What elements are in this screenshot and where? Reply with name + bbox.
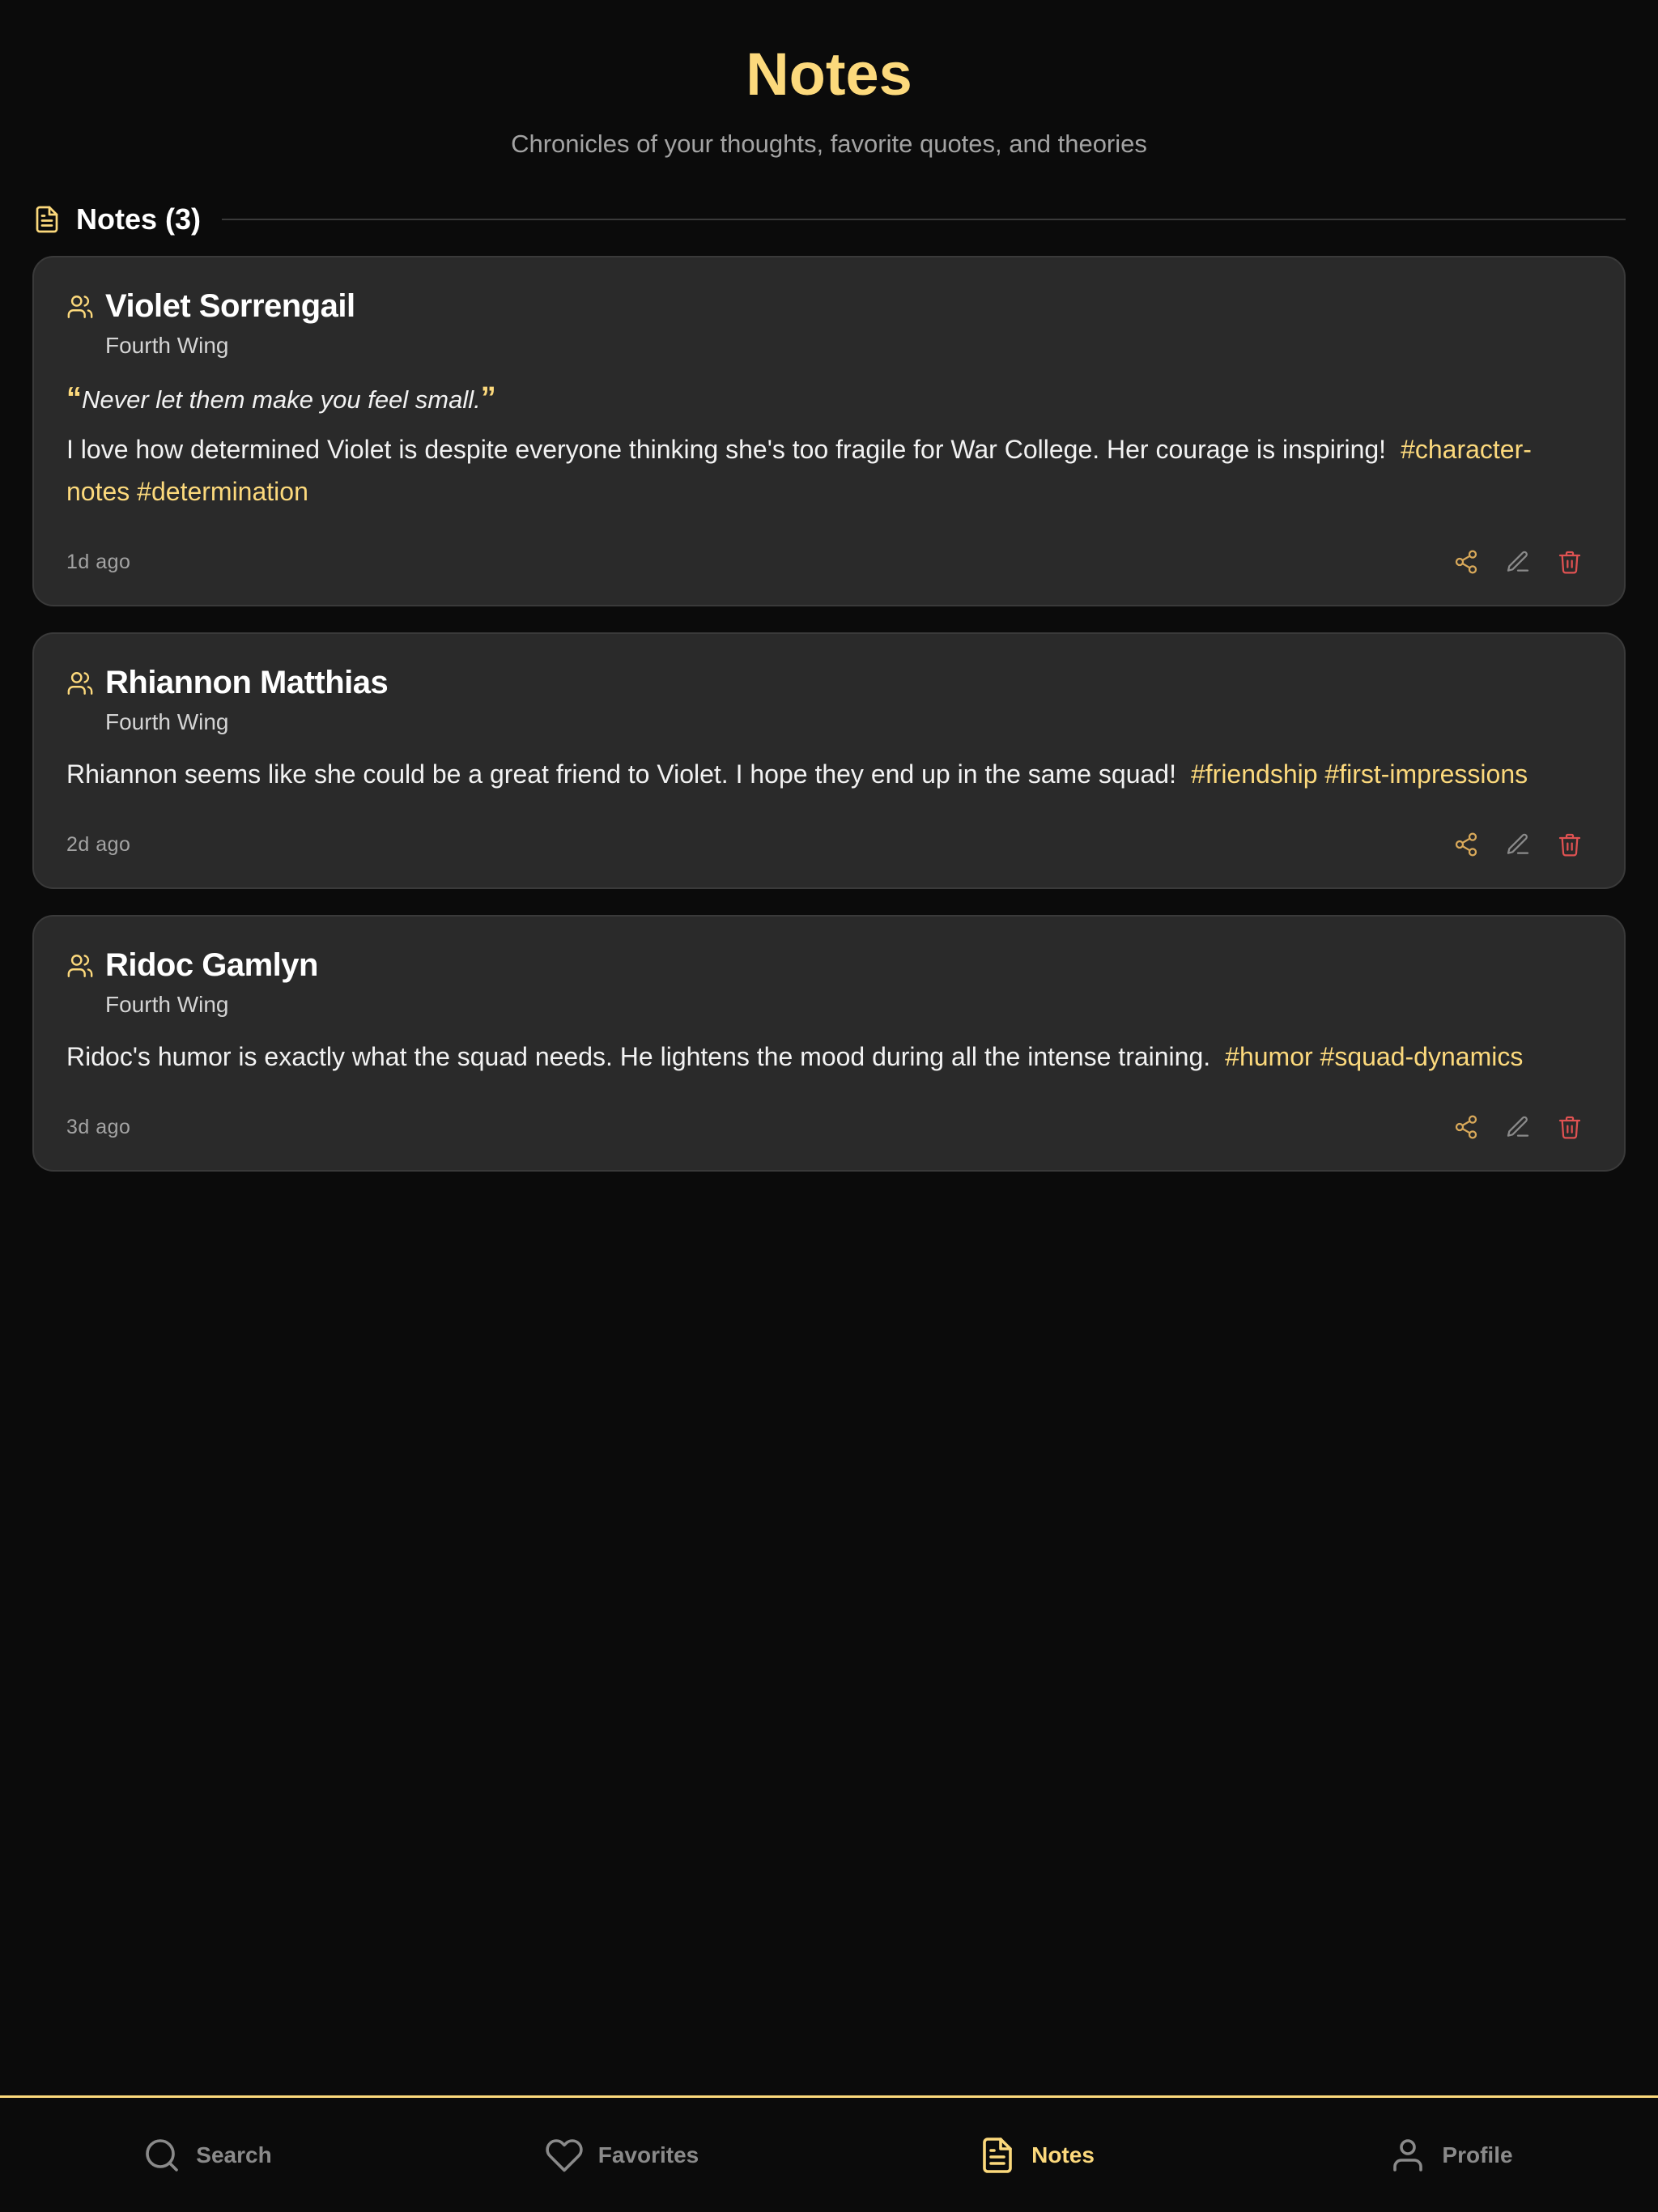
note-book-title: Fourth Wing xyxy=(105,333,229,358)
delete-button[interactable] xyxy=(1556,548,1584,576)
nav-label: Favorites xyxy=(597,2142,699,2167)
pencil-icon xyxy=(1507,833,1529,854)
note-card[interactable]: Violet Sorrengail Fourth Wing “Never let… xyxy=(32,256,1626,606)
pencil-icon xyxy=(1507,1116,1529,1137)
note-quote-text: Never let them make you feel small. xyxy=(82,385,481,414)
section-title: Notes (3) xyxy=(76,202,202,236)
quote-close-mark: ” xyxy=(480,381,496,415)
notes-page: Notes Chronicles of your thoughts, favor… xyxy=(0,0,1658,2212)
note-timestamp: 2d ago xyxy=(66,832,131,856)
note-card[interactable]: Rhiannon Matthias Fourth Wing Rhiannon s… xyxy=(32,632,1626,889)
note-card[interactable]: Ridoc Gamlyn Fourth Wing Ridoc's humor i… xyxy=(32,915,1626,1172)
nav-label: Profile xyxy=(1442,2142,1513,2167)
note-tags[interactable]: #humor #squad-dynamics xyxy=(1225,1042,1523,1071)
nav-item-search[interactable]: Search xyxy=(0,2098,414,2212)
edit-button[interactable] xyxy=(1504,548,1532,576)
note-body: Rhiannon seems like she could be a great… xyxy=(66,753,1592,795)
note-footer: 2d ago xyxy=(66,831,1592,858)
edit-button[interactable] xyxy=(1504,1113,1532,1141)
page-subtitle: Chronicles of your thoughts, favorite qu… xyxy=(511,130,1147,158)
note-actions xyxy=(1452,548,1584,576)
notes-section-header: Notes (3) xyxy=(32,199,1626,240)
note-character-name: Rhiannon Matthias xyxy=(105,665,389,700)
note-body-text: I love how determined Violet is despite … xyxy=(66,435,1387,464)
note-character-name: Ridoc Gamlyn xyxy=(105,947,318,983)
nav-item-profile[interactable]: Profile xyxy=(1244,2098,1658,2212)
note-tags[interactable]: #friendship #first-impressions xyxy=(1191,759,1528,789)
pencil-icon xyxy=(1507,551,1529,572)
quote-open-mark: “ xyxy=(66,381,82,415)
note-timestamp: 3d ago xyxy=(66,1115,131,1138)
share-button[interactable] xyxy=(1452,548,1480,576)
nav-item-favorites[interactable]: Favorites xyxy=(414,2098,829,2212)
share-button[interactable] xyxy=(1452,1113,1480,1141)
page-header: Notes Chronicles of your thoughts, favor… xyxy=(0,0,1658,160)
heart-icon xyxy=(545,2136,584,2175)
trash-icon xyxy=(1558,551,1581,574)
section-divider xyxy=(222,219,1626,220)
users-icon xyxy=(66,670,94,697)
search-icon xyxy=(142,2136,181,2175)
nav-label: Search xyxy=(196,2142,272,2167)
note-header: Violet Sorrengail xyxy=(66,288,1592,325)
note-character-name: Violet Sorrengail xyxy=(105,288,355,324)
edit-button[interactable] xyxy=(1504,831,1532,858)
users-icon xyxy=(66,952,94,980)
page-title: Notes xyxy=(746,40,912,108)
note-timestamp: 1d ago xyxy=(66,550,131,573)
document-icon xyxy=(32,205,62,234)
user-icon xyxy=(1388,2136,1427,2175)
note-footer: 3d ago xyxy=(66,1113,1592,1141)
users-icon xyxy=(66,293,94,321)
nav-item-notes[interactable]: Notes xyxy=(829,2098,1244,2212)
document-icon xyxy=(978,2136,1017,2175)
note-book-title: Fourth Wing xyxy=(105,992,229,1017)
note-book-title: Fourth Wing xyxy=(105,709,229,734)
delete-button[interactable] xyxy=(1556,1113,1584,1141)
note-body: I love how determined Violet is despite … xyxy=(66,428,1592,513)
share-button[interactable] xyxy=(1452,831,1480,858)
share-icon xyxy=(1455,550,1477,574)
note-body: Ridoc's humor is exactly what the squad … xyxy=(66,1036,1592,1078)
nav-label: Notes xyxy=(1031,2142,1095,2167)
share-icon xyxy=(1455,832,1477,857)
trash-icon xyxy=(1558,1116,1581,1139)
note-actions xyxy=(1452,1113,1584,1141)
note-body-text: Rhiannon seems like she could be a great… xyxy=(66,759,1176,789)
note-body-text: Ridoc's humor is exactly what the squad … xyxy=(66,1042,1211,1071)
trash-icon xyxy=(1558,833,1581,857)
bottom-nav: Search Favorites Notes Profile xyxy=(0,2095,1658,2212)
note-header: Rhiannon Matthias xyxy=(66,665,1592,701)
notes-list: Violet Sorrengail Fourth Wing “Never let… xyxy=(32,256,1626,1197)
note-actions xyxy=(1452,831,1584,858)
share-icon xyxy=(1455,1115,1477,1139)
note-header: Ridoc Gamlyn xyxy=(66,947,1592,984)
note-footer: 1d ago xyxy=(66,548,1592,576)
note-quote: “Never let them make you feel small.” xyxy=(66,381,1592,417)
delete-button[interactable] xyxy=(1556,831,1584,858)
